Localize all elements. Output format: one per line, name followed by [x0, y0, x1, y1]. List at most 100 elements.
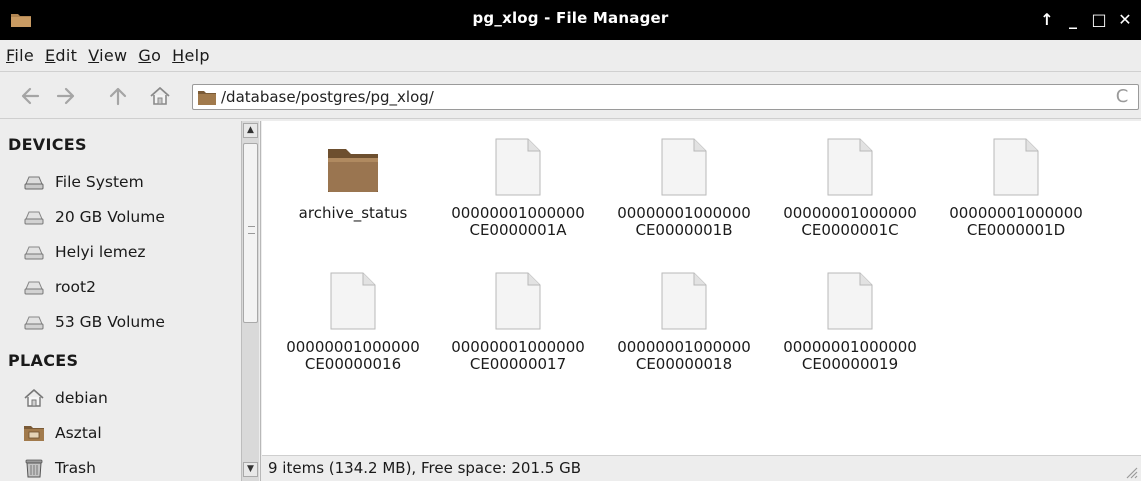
document-icon	[661, 272, 707, 330]
menu-edit[interactable]: Edit	[45, 46, 77, 65]
file-name-line1: archive_status	[298, 204, 408, 222]
sidebar-item-debian[interactable]: debian	[22, 384, 108, 412]
file-name: 00000001000000 CE0000001D	[932, 205, 1100, 239]
file-name-line2: CE0000001A	[469, 221, 567, 239]
file-name: 00000001000000 CE0000001B	[600, 205, 768, 239]
minimize-button[interactable]: _	[1065, 10, 1081, 30]
sidebar-item-label: root2	[55, 278, 96, 296]
menu-go[interactable]: Go	[138, 46, 161, 65]
file-name-line2: CE00000016	[304, 355, 402, 373]
devices-heading: DEVICES	[8, 135, 87, 154]
file-item[interactable]: 00000001000000 CE00000016	[269, 271, 437, 373]
location-bar[interactable]: C	[192, 84, 1139, 110]
document-icon	[993, 138, 1039, 196]
maximize-button[interactable]: □	[1091, 10, 1107, 30]
sidebar-item-helyi-lemez[interactable]: Helyi lemez	[22, 238, 146, 266]
file-item[interactable]: 00000001000000 CE0000001D	[932, 137, 1100, 239]
drive-icon	[24, 316, 44, 330]
file-view[interactable]: archive_status 00000001000000 CE0000001A …	[262, 121, 1141, 455]
file-name-line1: 00000001000000	[949, 204, 1083, 222]
file-name: 00000001000000 CE00000016	[269, 339, 437, 373]
drive-icon	[24, 211, 44, 225]
file-item[interactable]: 00000001000000 CE00000019	[766, 271, 934, 373]
menu-edit-rest: dit	[55, 46, 78, 65]
folder-icon	[328, 149, 378, 192]
file-item[interactable]: 00000001000000 CE0000001C	[766, 137, 934, 239]
desktop-folder-icon	[24, 426, 44, 441]
sidebar: DEVICES File System 20 GB Volume Helyi l…	[0, 121, 261, 481]
menu-file[interactable]: File	[6, 46, 34, 65]
sidebar-item-file-system[interactable]: File System	[22, 168, 144, 196]
file-name-line2: CE00000017	[469, 355, 567, 373]
menu-bar: File Edit View Go Help	[0, 40, 1141, 72]
menu-go-accel: G	[138, 46, 152, 65]
file-name-line2: CE00000019	[801, 355, 899, 373]
resize-grip-icon[interactable]	[1122, 463, 1138, 479]
home-icon[interactable]	[148, 84, 172, 108]
scroll-thumb[interactable]	[243, 143, 258, 323]
file-name: 00000001000000 CE00000017	[434, 339, 602, 373]
sidebar-item-label: debian	[55, 389, 108, 407]
forward-arrow-icon[interactable]	[54, 84, 78, 108]
sidebar-item-label: File System	[55, 173, 144, 191]
file-item[interactable]: 00000001000000 CE00000018	[600, 271, 768, 373]
title-bar[interactable]: pg_xlog - File Manager ↑ _ □ ✕	[0, 0, 1141, 40]
scroll-up-arrow-icon[interactable]: ▲	[243, 123, 258, 138]
sidebar-item-label: 53 GB Volume	[55, 313, 165, 331]
scroll-grip	[248, 226, 255, 234]
trash-icon	[25, 459, 43, 478]
document-icon	[330, 272, 376, 330]
menu-view[interactable]: View	[88, 46, 127, 65]
sidebar-item-root2[interactable]: root2	[22, 273, 96, 301]
menu-help-rest: elp	[184, 46, 210, 65]
reload-icon[interactable]: C	[1112, 87, 1132, 107]
document-icon	[661, 138, 707, 196]
status-text: 9 items (134.2 MB), Free space: 201.5 GB	[268, 459, 582, 477]
file-manager-window: pg_xlog - File Manager ↑ _ □ ✕ File Edit…	[0, 0, 1141, 481]
file-name-line1: 00000001000000	[783, 338, 917, 356]
file-name: 00000001000000 CE00000018	[600, 339, 768, 373]
file-name-line1: 00000001000000	[617, 204, 751, 222]
sidebar-item-asztal[interactable]: Asztal	[22, 419, 102, 447]
file-name: archive_status	[269, 205, 437, 222]
file-name: 00000001000000 CE0000001C	[766, 205, 934, 239]
file-name-line1: 00000001000000	[783, 204, 917, 222]
status-bar: 9 items (134.2 MB), Free space: 201.5 GB	[262, 455, 1141, 481]
drive-icon	[24, 246, 44, 260]
close-button[interactable]: ✕	[1117, 10, 1133, 30]
document-icon	[827, 138, 873, 196]
sidebar-scrollbar[interactable]: ▲ ▼	[241, 121, 259, 481]
folder-icon	[198, 91, 216, 105]
sidebar-item-53gb-volume[interactable]: 53 GB Volume	[22, 308, 165, 336]
menu-help[interactable]: Help	[172, 46, 210, 65]
keep-above-button[interactable]: ↑	[1039, 10, 1055, 30]
file-item-archive-status[interactable]: archive_status	[269, 137, 437, 222]
window-title: pg_xlog - File Manager	[472, 9, 669, 27]
menu-go-rest: o	[151, 46, 162, 65]
sidebar-item-label: Asztal	[55, 424, 102, 442]
menu-help-accel: H	[172, 46, 185, 65]
file-item[interactable]: 00000001000000 CE00000017	[434, 271, 602, 373]
window-controls: ↑ _ □ ✕	[1039, 6, 1133, 34]
file-name-line2: CE0000001C	[801, 221, 899, 239]
sidebar-item-label: Helyi lemez	[55, 243, 146, 261]
location-input[interactable]	[221, 86, 1101, 108]
document-icon	[495, 272, 541, 330]
menu-view-rest: iew	[99, 46, 128, 65]
file-name-line1: 00000001000000	[451, 204, 585, 222]
up-arrow-icon[interactable]	[106, 84, 130, 108]
sidebar-item-20gb-volume[interactable]: 20 GB Volume	[22, 203, 165, 231]
file-name-line2: CE00000018	[635, 355, 733, 373]
back-arrow-icon[interactable]	[18, 84, 42, 108]
file-item[interactable]: 00000001000000 CE0000001A	[434, 137, 602, 239]
file-name-line1: 00000001000000	[451, 338, 585, 356]
places-heading: PLACES	[8, 351, 79, 370]
scroll-down-arrow-icon[interactable]: ▼	[243, 462, 258, 477]
document-icon	[495, 138, 541, 196]
menu-view-accel: V	[88, 46, 100, 65]
menu-edit-accel: E	[44, 46, 56, 65]
file-name-line2: CE0000001B	[635, 221, 733, 239]
sidebar-item-trash[interactable]: Trash	[22, 454, 96, 481]
home-icon	[24, 389, 44, 407]
file-item[interactable]: 00000001000000 CE0000001B	[600, 137, 768, 239]
